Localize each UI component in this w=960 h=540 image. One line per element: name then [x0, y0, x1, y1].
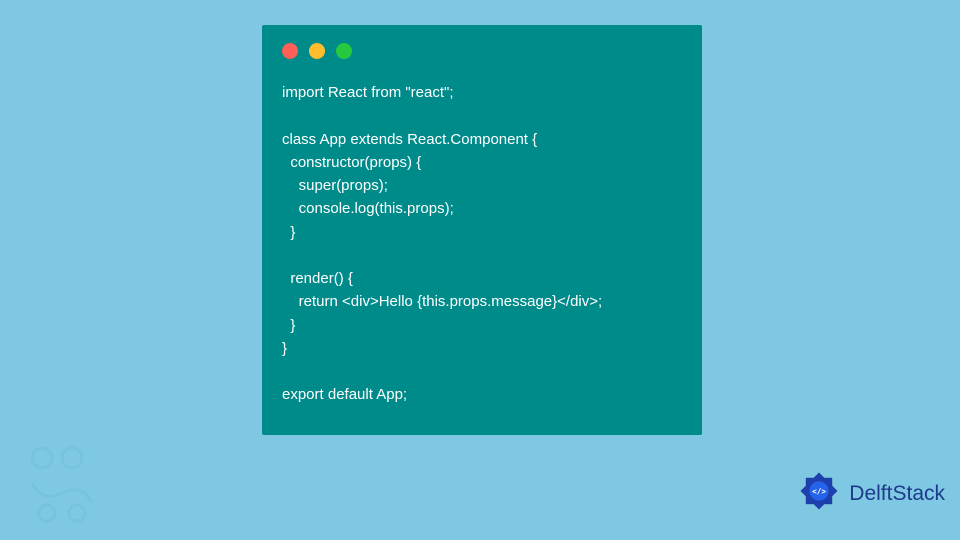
window-controls — [282, 43, 682, 59]
code-line: export default App; — [282, 386, 407, 403]
code-line: } — [282, 224, 295, 241]
code-line: super(props); — [282, 177, 388, 194]
svg-text:</>: </> — [812, 487, 826, 496]
code-window: import React from "react"; class App ext… — [262, 25, 702, 435]
maximize-icon[interactable] — [336, 43, 352, 59]
code-content: import React from "react"; class App ext… — [282, 81, 682, 407]
brand-name: DelftStack — [849, 482, 945, 506]
close-icon[interactable] — [282, 43, 298, 59]
code-line: import React from "react"; — [282, 84, 454, 101]
brand-icon: </> — [795, 467, 843, 520]
code-line: } — [282, 340, 287, 357]
code-line: console.log(this.props); — [282, 200, 454, 217]
code-line: constructor(props) { — [282, 154, 421, 171]
background-decoration-icon — [12, 433, 112, 538]
minimize-icon[interactable] — [309, 43, 325, 59]
code-line: render() { — [282, 270, 353, 287]
code-line: return <div>Hello {this.props.message}</… — [282, 293, 602, 310]
code-line: } — [282, 317, 295, 334]
code-line: class App extends React.Component { — [282, 131, 537, 148]
brand-logo: </> DelftStack — [795, 467, 945, 520]
